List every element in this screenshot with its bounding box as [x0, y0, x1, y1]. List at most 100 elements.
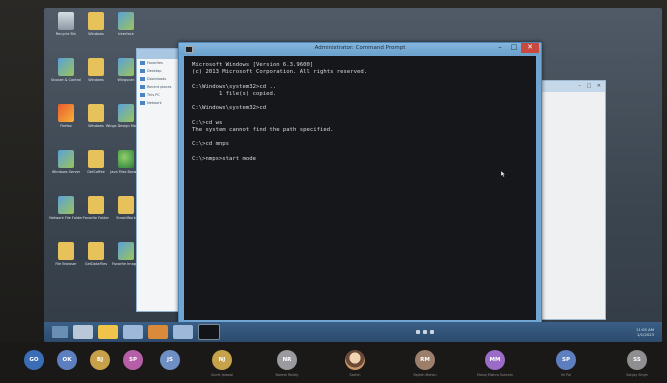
- participant-avatar[interactable]: RM: [415, 350, 435, 370]
- taskbar-app-2[interactable]: [173, 325, 193, 339]
- folder-icon: [140, 69, 145, 73]
- app-icon: [118, 12, 134, 30]
- app-icon: [58, 58, 74, 76]
- desktop-icon-label: Recycle Bin: [55, 32, 77, 36]
- firefox-icon: [58, 104, 74, 122]
- clock-date: 1/1/2023: [636, 332, 654, 337]
- cmd-titlebar[interactable]: Administrator: Command Prompt – □ ✕: [179, 43, 541, 55]
- participant-name: Manoj Mishra Sukshm: [476, 373, 514, 377]
- desktop-icon-label: File Browser: [55, 262, 77, 266]
- command-prompt-window[interactable]: Administrator: Command Prompt – □ ✕ Micr…: [178, 42, 542, 326]
- desktop-icon-label: Favorite Folder: [83, 216, 109, 220]
- cmd-console[interactable]: Microsoft Windows [Version 6.3.9600] (c) …: [184, 56, 536, 320]
- explorer-nav-label: Desktop: [147, 69, 162, 73]
- folder-icon: [118, 196, 134, 214]
- desktop-icon-label: Interface: [118, 32, 134, 36]
- participant-avatar[interactable]: JS: [160, 350, 180, 370]
- participant-avatar[interactable]: BJ: [90, 350, 110, 370]
- folder-icon: [140, 77, 145, 81]
- desktop-icon-label: Firefox: [60, 124, 72, 128]
- participant-avatar[interactable]: NJ: [212, 350, 232, 370]
- mouse-pointer-icon: [501, 171, 506, 177]
- explorer-nav-label: This PC: [147, 93, 160, 97]
- app-icon: [58, 196, 74, 214]
- folder-icon: [88, 242, 104, 260]
- console-line: The system cannot find the path specifie…: [192, 126, 334, 133]
- folder-icon: [140, 93, 145, 97]
- globe-icon: [118, 150, 134, 168]
- taskbar-firefox[interactable]: [148, 325, 168, 339]
- taskbar: 11:05 AM 1/1/2023: [44, 322, 662, 342]
- app-icon: [118, 104, 134, 122]
- desktop-icon-label: Windows: [88, 124, 104, 128]
- console-line: (c) 2013 Microsoft Corporation. All righ…: [192, 69, 368, 76]
- app-icon: [118, 58, 134, 76]
- explorer-nav-label: Favorites: [147, 61, 163, 65]
- participant-avatar[interactable]: SP: [123, 350, 143, 370]
- folder-icon: [88, 150, 104, 168]
- desktop-icon-label: Wingscan: [117, 78, 135, 82]
- participant-avatar[interactable]: OK: [57, 350, 77, 370]
- console-line: 1 file(s) copied.: [192, 90, 277, 97]
- taskbar-command-prompt[interactable]: [198, 324, 220, 340]
- desktop-icon-label: Snooze & Control: [50, 78, 82, 82]
- participant-photo-avatar[interactable]: [345, 350, 365, 370]
- folder-icon: [140, 101, 145, 105]
- console-line: C:\Windows\system32>cd: [192, 105, 267, 112]
- taskbar-file-explorer[interactable]: [98, 325, 118, 339]
- participant-name: Naresh Reddy: [275, 373, 299, 377]
- remote-desktop-screen: Recycle Bin Windows Interface Snooze & Cont…: [44, 8, 662, 342]
- system-tray-icons[interactable]: [415, 330, 434, 334]
- desktop-icon-label: GetDataFiles: [84, 262, 108, 266]
- desktop-icon-label: SmartWork: [116, 216, 136, 220]
- explorer-nav-label: Downloads: [147, 77, 167, 81]
- participant-strip: GO OK BJ SP JS NJ Sumit Jaiswal NR Naresh Reddy S…: [0, 342, 667, 383]
- close-button[interactable]: ✕: [521, 43, 539, 53]
- console-line: C:\>cd mnps: [192, 141, 230, 148]
- folder-icon: [88, 104, 104, 122]
- console-line: C:\Windows\system32>cd ..: [192, 83, 277, 90]
- folder-icon: [140, 61, 145, 65]
- participant-name: Sanjay Singh: [626, 373, 648, 377]
- participant-avatar[interactable]: MM: [485, 350, 505, 370]
- participant-name: Sumit Jaiswal: [211, 373, 233, 377]
- background-window-titlebar[interactable]: – □ ✕: [531, 81, 605, 92]
- participant-avatar[interactable]: SS: [627, 350, 647, 370]
- clock[interactable]: 11:05 AM 1/1/2023: [636, 327, 654, 337]
- photo-frame: Recycle Bin Windows Interface Snooze & Cont…: [0, 0, 667, 383]
- participant-name: Sachin: [349, 373, 361, 377]
- folder-icon: [88, 196, 104, 214]
- window-controls[interactable]: – □ ✕: [578, 83, 603, 89]
- desktop-icon[interactable]: Interface: [108, 12, 144, 48]
- folder-icon: [140, 85, 145, 89]
- participant-name: Sri Pal: [560, 373, 572, 377]
- app-icon: [118, 242, 134, 260]
- desktop-icon-label: GetCoffee: [87, 170, 105, 174]
- participant-avatar[interactable]: SP: [556, 350, 576, 370]
- console-line: Microsoft Windows [Version 6.3.9600]: [192, 62, 314, 68]
- app-icon: [58, 150, 74, 168]
- desktop-icon-label: Windows: [88, 32, 104, 36]
- participant-avatar[interactable]: GO: [24, 350, 44, 370]
- start-button[interactable]: [52, 326, 68, 338]
- taskbar-app[interactable]: [123, 325, 143, 339]
- participant-avatar[interactable]: NR: [277, 350, 297, 370]
- desktop-icon-label: Windows: [88, 78, 104, 82]
- window-controls: – □ ✕: [493, 43, 539, 53]
- explorer-nav-label: Network: [147, 101, 162, 105]
- minimize-button[interactable]: –: [493, 43, 507, 53]
- cmd-title: Administrator: Command Prompt: [314, 45, 406, 51]
- folder-icon: [88, 12, 104, 30]
- taskbar-server-manager[interactable]: [73, 325, 93, 339]
- explorer-nav-label: Recent places: [147, 85, 172, 89]
- participant-name: Rajesh Mohan: [413, 373, 437, 377]
- maximize-button[interactable]: □: [507, 43, 521, 53]
- recycle-bin-icon: [58, 12, 74, 30]
- folder-icon: [58, 242, 74, 260]
- console-line: C:\>cd ws: [192, 119, 223, 126]
